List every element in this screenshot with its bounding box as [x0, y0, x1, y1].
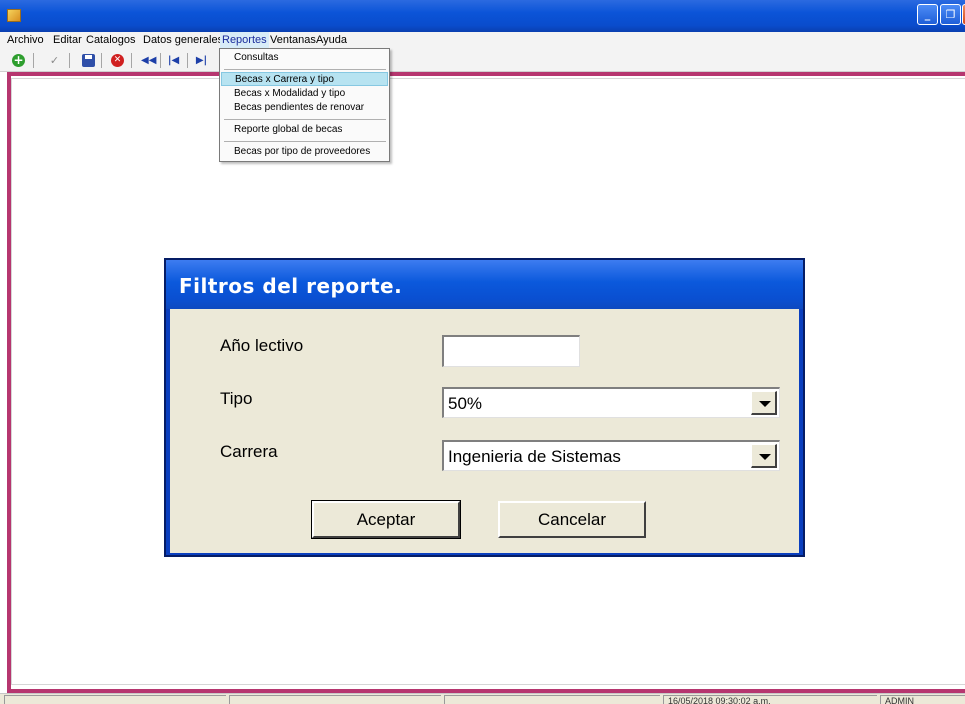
menu-ventanas[interactable]: Ventanas: [270, 34, 316, 46]
menu-item-becas-carrera-tipo[interactable]: Becas x Carrera y tipo: [221, 72, 388, 86]
menu-ayuda[interactable]: Ayuda: [316, 34, 347, 46]
report-filter-dialog: Filtros del reporte. Año lectivo Tipo 50…: [164, 258, 805, 557]
rewind-icon[interactable]: ◀◀: [141, 54, 156, 67]
menu-separator: [224, 141, 386, 142]
toolbar-separator: [131, 53, 132, 68]
toolbar-separator: [101, 53, 102, 68]
menu-item-becas-pendientes[interactable]: Becas pendientes de renovar: [221, 101, 388, 115]
cancel-button[interactable]: Cancelar: [498, 501, 646, 538]
menu-separator: [224, 119, 386, 120]
menu-separator: [224, 69, 386, 70]
menu-item-becas-modalidad-tipo[interactable]: Becas x Modalidad y tipo: [221, 87, 388, 101]
first-record-icon[interactable]: |◀: [167, 54, 180, 67]
chevron-down-icon[interactable]: [751, 444, 777, 468]
save-icon[interactable]: [82, 54, 95, 67]
accept-button-label: Aceptar: [356, 510, 416, 529]
app-icon: [7, 9, 21, 22]
carrera-selected-value: Ingenieria de Sistemas: [448, 447, 621, 466]
tipo-select[interactable]: 50%: [442, 387, 780, 418]
menu-datos-generales[interactable]: Datos generales: [143, 34, 223, 46]
carrera-label: Carrera: [220, 442, 278, 461]
status-bar: 16/05/2018 09:30:02 a.m. ADMIN: [0, 693, 965, 704]
dialog-title: Filtros del reporte.: [179, 274, 403, 298]
cancel-button-label: Cancelar: [537, 510, 607, 529]
dialog-body: Año lectivo Tipo 50% Carrera Ingenieria …: [170, 309, 799, 553]
toolbar-separator: [187, 53, 188, 68]
menu-reportes[interactable]: Reportes: [220, 32, 269, 49]
toolbar-separator: [69, 53, 70, 68]
status-panel: [229, 695, 441, 704]
toolbar: + ✓ ✕ ◀◀ |◀ ▶|: [0, 49, 965, 72]
dialog-title-bar: Filtros del reporte.: [166, 260, 803, 309]
check-icon[interactable]: ✓: [48, 54, 61, 67]
toolbar-separator: [33, 53, 34, 68]
chevron-down-icon[interactable]: [751, 391, 777, 415]
menu-archivo[interactable]: Archivo: [7, 34, 44, 46]
tipo-selected-value: 50%: [448, 394, 483, 413]
add-icon[interactable]: +: [12, 54, 25, 67]
carrera-select[interactable]: Ingenieria de Sistemas: [442, 440, 780, 471]
status-panel: [444, 695, 660, 704]
toolbar-separator: [160, 53, 161, 68]
menu-item-becas-proveedores[interactable]: Becas por tipo de proveedores: [221, 145, 388, 159]
menu-bar: Archivo Editar Catalogos Datos generales…: [0, 32, 965, 49]
menu-item-reporte-global[interactable]: Reporte global de becas: [221, 123, 388, 137]
status-panel: [4, 695, 226, 704]
restore-button[interactable]: ❐: [940, 4, 961, 25]
cancel-icon[interactable]: ✕: [111, 54, 124, 67]
menu-item-consultas[interactable]: Consultas: [221, 51, 388, 65]
reportes-dropdown-menu: Consultas Becas x Carrera y tipo Becas x…: [219, 48, 390, 162]
title-bar: _ ❐ ✕: [0, 0, 965, 32]
status-user: ADMIN: [880, 695, 965, 704]
tipo-label: Tipo: [220, 389, 253, 408]
ano-lectivo-label: Año lectivo: [220, 336, 304, 355]
accept-button[interactable]: Aceptar: [311, 500, 461, 539]
ano-lectivo-input[interactable]: [442, 335, 580, 367]
last-record-icon[interactable]: ▶|: [195, 54, 208, 67]
minimize-button[interactable]: _: [917, 4, 938, 25]
menu-editar[interactable]: Editar: [53, 34, 82, 46]
menu-catalogos[interactable]: Catalogos: [86, 34, 136, 46]
status-datetime: 16/05/2018 09:30:02 a.m.: [663, 695, 877, 704]
